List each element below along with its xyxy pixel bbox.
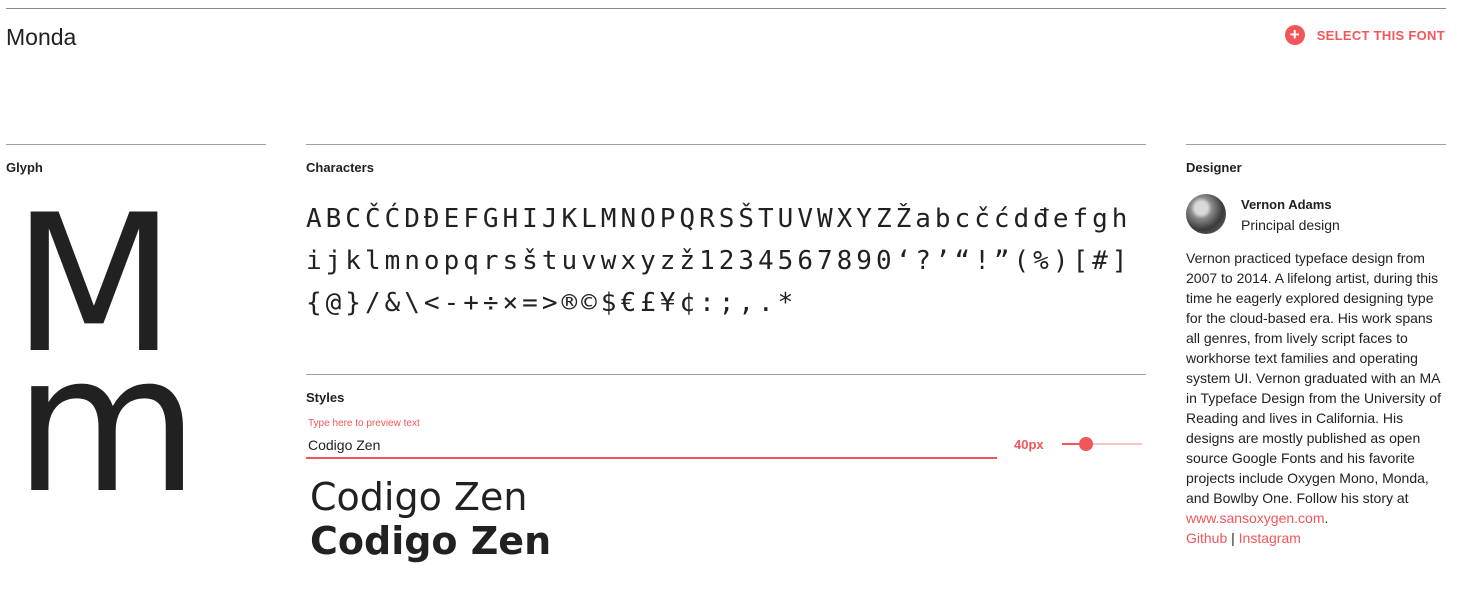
glyph-divider	[6, 144, 266, 145]
glyph-lowercase: m	[14, 314, 200, 535]
slider-thumb[interactable]	[1079, 437, 1093, 451]
preview-input-label: Type here to preview text	[308, 418, 420, 429]
styles-divider	[306, 374, 1146, 375]
character-set: ABCČĆDĐEFGHIJKLMNOPQRSŠTUVWXYZŽabcčćdđef…	[306, 204, 1132, 318]
top-divider	[6, 8, 1446, 9]
designer-website-link[interactable]: www.sansoxygen.com	[1186, 510, 1325, 526]
designer-bio-text: Vernon practiced typeface design from 20…	[1186, 250, 1441, 506]
styles-section-title: Styles	[306, 390, 345, 405]
designer-avatar	[1186, 194, 1226, 234]
slider-track-empty	[1086, 443, 1142, 445]
font-size-value: 40px	[1014, 437, 1044, 452]
designer-role: Principal design	[1241, 217, 1340, 233]
designer-bio: Vernon practiced typeface design from 20…	[1186, 248, 1448, 548]
link-separator: |	[1227, 530, 1239, 546]
characters-section-title: Characters	[306, 160, 374, 175]
sample-bold: Codigo Zen	[310, 519, 552, 563]
font-size-slider[interactable]	[1062, 437, 1142, 451]
github-link[interactable]: Github	[1186, 530, 1227, 546]
designer-divider	[1186, 144, 1446, 145]
bio-period: .	[1324, 510, 1329, 526]
glyph-section-title: Glyph	[6, 160, 43, 175]
select-font-button[interactable]: + SELECT THIS FONT	[1284, 25, 1445, 45]
select-font-label: SELECT THIS FONT	[1316, 27, 1445, 43]
sample-regular: Codigo Zen	[310, 475, 528, 519]
instagram-link[interactable]: Instagram	[1239, 530, 1301, 546]
designer-section-title: Designer	[1186, 160, 1242, 175]
plus-circle-icon: +	[1284, 25, 1305, 45]
characters-divider	[306, 144, 1146, 145]
font-title: Monda	[6, 24, 77, 50]
preview-text-input[interactable]	[306, 432, 997, 459]
designer-name: Vernon Adams	[1241, 197, 1332, 212]
